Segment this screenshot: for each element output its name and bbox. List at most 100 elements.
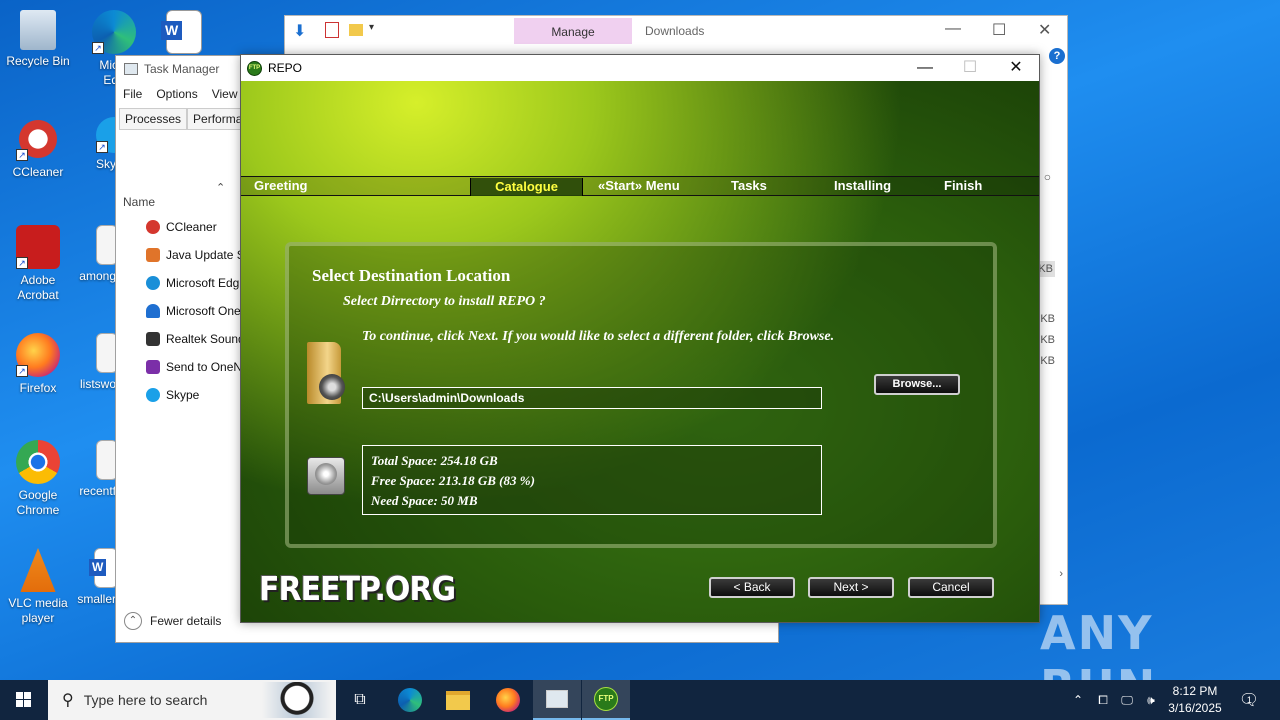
taskbar-search[interactable]: ⚲ Type here to search (48, 680, 336, 720)
desktop-icon-label: smaller (77, 592, 116, 606)
installer-title: REPO (268, 61, 303, 75)
file-size: KB (1040, 334, 1055, 346)
menu-view[interactable]: View (212, 87, 238, 101)
installer-titlebar: FTP REPO — ☐ ✕ (241, 55, 1039, 81)
task-view-button[interactable]: ⧉ (336, 680, 384, 720)
search-icon[interactable]: ○ (1044, 170, 1051, 184)
process-name: Send to OneN (166, 360, 243, 374)
destination-path-input[interactable]: C:\Users\admin\Downloads (362, 387, 822, 409)
meet-now-icon[interactable]: ⧠ (1092, 680, 1114, 720)
disk-space-box: Total Space: 254.18 GB Free Space: 213.1… (362, 445, 822, 515)
ftp-app-icon: FTP (247, 60, 262, 76)
total-space: Total Space: 254.18 GB (371, 453, 498, 468)
desktop-icon-ccleaner[interactable]: ↗ CCleaner (0, 117, 76, 180)
minimize-icon[interactable]: — (945, 20, 961, 38)
process-row[interactable]: Microsoft One (146, 304, 241, 318)
fewer-details-button[interactable]: ⌃ Fewer details (124, 612, 221, 630)
process-row[interactable]: Microsoft Edg (146, 276, 239, 290)
process-name: Skype (166, 388, 200, 402)
tab-processes[interactable]: Processes (119, 108, 188, 130)
chevron-down-icon[interactable]: ▾ (369, 22, 374, 33)
wizard-steps: Greeting Catalogue «Start» Menu Tasks In… (241, 176, 1039, 196)
properties-icon[interactable] (325, 22, 339, 38)
browse-button[interactable]: Browse... (874, 374, 960, 395)
close-icon[interactable]: ✕ (993, 57, 1039, 79)
notification-center-button[interactable]: 🗨 1 (1232, 680, 1266, 720)
clock-time: 8:12 PM (1172, 684, 1218, 698)
folder-icon[interactable] (349, 24, 363, 36)
explorer-title: Downloads (645, 24, 705, 38)
file-size: KB (1040, 313, 1055, 325)
tab-manage[interactable]: Manage (514, 18, 632, 44)
ccleaner-icon (146, 220, 160, 234)
back-button[interactable]: < Back (709, 577, 795, 598)
minimize-icon[interactable]: — (902, 57, 948, 79)
taskbar-edge[interactable] (386, 680, 434, 720)
volume-icon[interactable]: 🕪 (1140, 680, 1162, 720)
task-manager-tabs: Processes Performan (119, 108, 256, 130)
desktop-icon-label: Adobe Acrobat (17, 273, 59, 302)
step-finish: Finish (944, 178, 983, 193)
close-icon[interactable]: ✕ (1038, 20, 1051, 40)
installer-window[interactable]: FTP REPO — ☐ ✕ Greeting Catalogue «Start… (240, 54, 1040, 623)
panda-illustration-icon (262, 682, 332, 718)
process-row[interactable]: Java Update Sc (146, 248, 251, 262)
process-name: CCleaner (166, 220, 217, 234)
notification-icon: 🗨 1 (1238, 692, 1260, 709)
desktop-icon-vlc[interactable]: VLC media player (0, 548, 76, 626)
show-hidden-icons[interactable]: ⌃ (1068, 680, 1088, 720)
hard-drive-icon (303, 451, 349, 501)
ccleaner-icon: ↗ (16, 117, 60, 161)
fewer-details-label: Fewer details (150, 614, 222, 628)
network-icon[interactable]: 🖵 (1116, 680, 1138, 720)
clock-date: 3/16/2025 (1168, 701, 1222, 715)
step-installing: Installing (834, 178, 892, 193)
sort-up-icon[interactable]: ⌃ (216, 181, 225, 194)
desktop-icon-adobe-acrobat[interactable]: ↗ Adobe Acrobat (0, 225, 76, 303)
task-manager-title-text: Task Manager (144, 62, 220, 76)
download-arrow-icon: ⬇ (293, 23, 307, 40)
taskbar-installer[interactable]: FTP (582, 680, 630, 720)
task-manager-menu: File Options View (123, 87, 238, 101)
desktop-icon-word[interactable]: W (146, 10, 222, 58)
instructions-text: To continue, click Next. If you would li… (362, 329, 835, 344)
taskbar-file-explorer[interactable] (434, 680, 482, 720)
step-greeting: Greeting (254, 178, 308, 193)
process-row[interactable]: Realtek Sound (146, 332, 245, 346)
page-title: Select Destination Location (312, 266, 511, 285)
desktop-icon-label: Sky (95, 157, 116, 171)
process-row[interactable]: Send to OneN (146, 360, 242, 374)
menu-options[interactable]: Options (156, 87, 197, 101)
chrome-icon (16, 440, 60, 484)
taskbar-firefox[interactable] (484, 680, 532, 720)
installer-body: Greeting Catalogue «Start» Menu Tasks In… (241, 81, 1039, 622)
maximize-icon: ☐ (962, 59, 978, 76)
help-icon[interactable]: ? (1049, 48, 1065, 64)
step-tasks: Tasks (731, 178, 767, 193)
taskbar-clock[interactable]: 8:12 PM 3/16/2025 (1160, 683, 1230, 717)
cancel-button[interactable]: Cancel (908, 577, 994, 598)
onedrive-icon (146, 304, 160, 318)
page-subtitle: Select Dirrectory to install REPO ? (343, 294, 546, 309)
desktop-icon-recycle-bin[interactable]: Recycle Bin (0, 10, 76, 69)
desktop-icon-label: Firefox (19, 381, 57, 395)
onenote-icon (146, 360, 160, 374)
step-catalogue: Catalogue (470, 178, 583, 196)
speaker-icon: 🕪 (1147, 692, 1155, 707)
process-row[interactable]: Skype (146, 388, 199, 402)
column-name-header[interactable]: Name (123, 195, 155, 209)
process-row[interactable]: CCleaner (146, 220, 217, 234)
desktop-icon-google-chrome[interactable]: Google Chrome (0, 440, 76, 518)
desktop-icon-firefox[interactable]: ↗ Firefox (0, 333, 76, 396)
java-icon (146, 248, 160, 262)
maximize-icon[interactable]: ☐ (992, 20, 1006, 40)
edge-icon (146, 276, 160, 290)
taskbar-task-manager[interactable] (533, 680, 581, 720)
desktop-icon-label: among (79, 269, 116, 283)
chevron-right-icon[interactable]: › (1059, 568, 1063, 580)
desktop-icon-label: VLC media player (8, 596, 68, 625)
menu-file[interactable]: File (123, 87, 142, 101)
start-button[interactable] (0, 680, 48, 720)
next-button[interactable]: Next > (808, 577, 894, 598)
process-name: Java Update Sc (166, 248, 251, 262)
